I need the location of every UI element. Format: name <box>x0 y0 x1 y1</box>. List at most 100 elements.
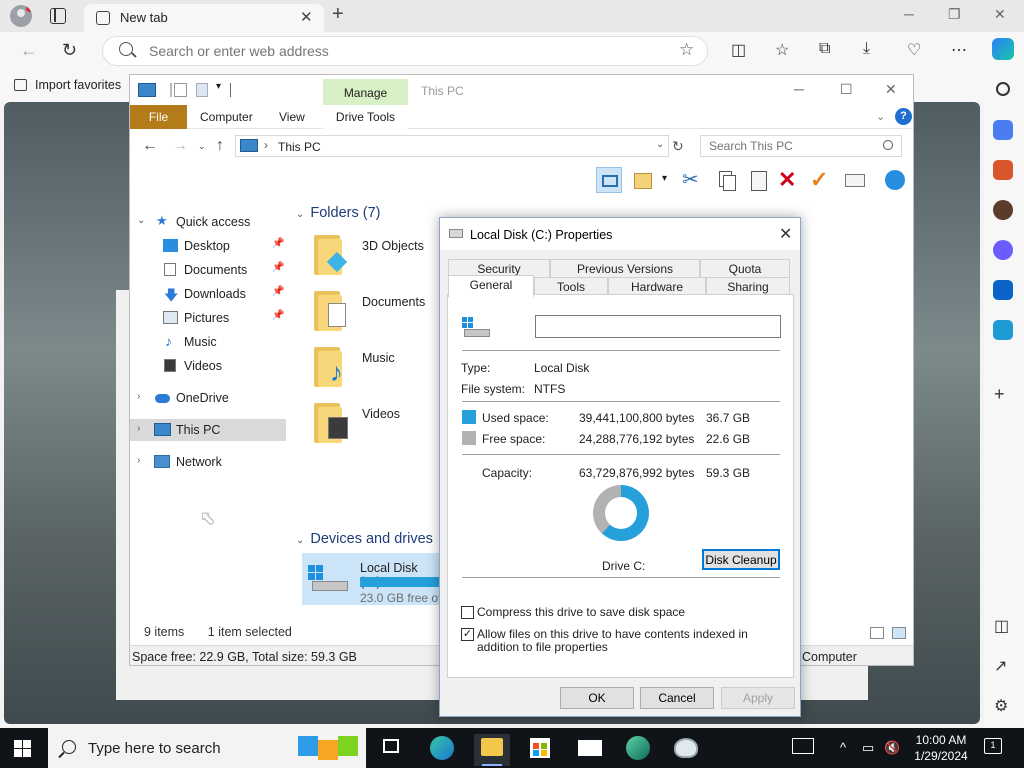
email-icon[interactable] <box>842 167 868 193</box>
tools-icon[interactable] <box>993 160 1013 180</box>
expand-chevron-icon[interactable]: › <box>137 455 140 466</box>
address-bar[interactable]: ☆ <box>102 36 708 66</box>
allow-indexing-checkbox[interactable]: ✓ <box>461 628 474 641</box>
task-view-icon[interactable] <box>374 734 410 766</box>
group-collapse-icon[interactable]: ⌄ <box>296 535 304 546</box>
sidebar-search-icon[interactable] <box>996 82 1010 96</box>
microsoft-365-icon[interactable] <box>993 240 1013 260</box>
minimize-icon[interactable]: ─ <box>904 6 914 22</box>
expand-ribbon-icon[interactable]: ⌄ <box>876 110 885 123</box>
explorer-search-input[interactable] <box>709 139 879 153</box>
tab-view[interactable]: View <box>279 110 305 124</box>
browser-tab[interactable]: New tab ✕ <box>84 4 324 32</box>
preview-pane-icon[interactable] <box>596 167 622 193</box>
show-hidden-icons-icon[interactable]: ^ <box>840 740 846 755</box>
explorer-close-icon[interactable]: ✕ <box>885 81 897 98</box>
refresh-icon[interactable]: ↻ <box>672 138 684 155</box>
properties-icon[interactable] <box>630 167 656 193</box>
nav-music[interactable]: ♪ Music <box>130 331 286 353</box>
nav-onedrive[interactable]: › OneDrive <box>130 387 286 409</box>
new-tab-button[interactable]: + <box>332 3 344 26</box>
nav-pictures[interactable]: Pictures 📌 <box>130 307 286 329</box>
browser-essentials-icon[interactable]: ♡ <box>907 40 921 60</box>
nav-videos[interactable]: Videos <box>130 355 286 377</box>
network-shell-icon[interactable] <box>882 167 908 193</box>
group-collapse-icon[interactable]: ⌄ <box>296 209 304 220</box>
shopping-tag-icon[interactable] <box>993 120 1013 140</box>
cancel-button[interactable]: Cancel <box>640 687 714 709</box>
notifications-icon[interactable]: 1 <box>984 738 1002 754</box>
forward-arrow-icon[interactable]: → <box>172 137 188 155</box>
cut-icon[interactable]: ✂ <box>682 167 708 193</box>
delete-icon[interactable]: ✕ <box>778 167 804 193</box>
import-favorites-link[interactable]: Import favorites <box>14 78 121 92</box>
breadcrumb[interactable]: This PC <box>278 140 321 154</box>
edge-beta-icon[interactable] <box>620 734 656 766</box>
details-view-icon[interactable] <box>870 627 884 639</box>
pin-icon[interactable]: 📌 <box>272 238 284 249</box>
folder-documents[interactable]: Documents <box>300 287 430 339</box>
search-highlight-puzzle-icon[interactable] <box>298 732 360 764</box>
windows-start-icon[interactable] <box>14 740 32 757</box>
drive-local-disk-c[interactable]: Local Disk (C:) 23.0 GB free of 59.3 GB <box>302 553 489 605</box>
pin-icon[interactable]: 📌 <box>272 310 284 321</box>
expand-chevron-icon[interactable]: › <box>137 391 140 402</box>
copy-icon[interactable] <box>714 167 740 193</box>
split-screen-icon[interactable]: ◫ <box>731 40 746 60</box>
close-window-icon[interactable]: ✕ <box>994 6 1006 23</box>
folder-music[interactable]: ♪ Music <box>300 343 430 395</box>
apply-button[interactable]: Apply <box>721 687 795 709</box>
devices-group-header[interactable]: ⌄ Devices and drives <box>296 531 433 547</box>
explorer-minimize-icon[interactable]: ─ <box>794 81 804 97</box>
downloads-icon[interactable]: ⤓ <box>863 40 870 58</box>
large-icons-view-icon[interactable] <box>892 627 906 639</box>
breadcrumb-chevron-icon[interactable]: › <box>264 138 268 152</box>
tab-previous-versions[interactable]: Previous Versions <box>550 259 700 277</box>
compress-drive-label[interactable]: Compress this drive to save disk space <box>477 606 685 619</box>
explorer-search-box[interactable] <box>700 135 902 157</box>
tab-file[interactable]: File <box>130 105 187 129</box>
system-clock[interactable]: 10:00 AM 1/29/2024 <box>912 732 970 764</box>
favorites-icon[interactable]: ☆ <box>775 40 789 60</box>
favorite-star-icon[interactable]: ☆ <box>679 40 694 60</box>
tab-hardware[interactable]: Hardware <box>608 277 706 295</box>
folder-videos[interactable]: Videos <box>300 399 430 451</box>
microsoft-store-icon[interactable] <box>522 734 558 766</box>
refresh-icon[interactable]: ↻ <box>62 40 77 61</box>
sidebar-panel-icon[interactable]: ◫ <box>994 616 1009 636</box>
pin-icon[interactable]: 📌 <box>272 286 284 297</box>
back-icon[interactable]: ← <box>20 40 38 61</box>
open-external-icon[interactable]: ↗ <box>994 656 1007 676</box>
address-input[interactable] <box>149 43 649 59</box>
more-options-icon[interactable]: ⋯ <box>951 40 967 60</box>
expand-chevron-icon[interactable]: › <box>137 423 140 434</box>
explorer-maximize-icon[interactable]: ☐ <box>840 81 853 98</box>
address-path-box[interactable]: › This PC ⌄ <box>235 135 669 157</box>
tab-close-icon[interactable]: ✕ <box>300 8 313 26</box>
compress-drive-checkbox[interactable] <box>461 606 474 619</box>
pin-icon[interactable]: 📌 <box>272 262 284 273</box>
outlook-icon[interactable] <box>993 280 1013 300</box>
paste-icon[interactable] <box>746 167 772 193</box>
tab-computer[interactable]: Computer <box>200 110 253 124</box>
copilot-icon[interactable] <box>992 38 1014 60</box>
help-icon[interactable]: ? <box>895 108 912 125</box>
tab-tools[interactable]: Tools <box>534 277 608 295</box>
drive-label-input[interactable] <box>535 315 781 338</box>
allow-indexing-label[interactable]: Allow files on this drive to have conten… <box>477 628 777 654</box>
tab-drive-tools[interactable]: Drive Tools <box>323 105 408 129</box>
taskbar-search-box[interactable]: Type here to search <box>48 728 366 768</box>
keyboard-icon[interactable] <box>792 738 814 754</box>
restore-icon[interactable]: ❐ <box>948 6 961 23</box>
tab-sharing[interactable]: Sharing <box>706 277 790 295</box>
path-dropdown-icon[interactable]: ⌄ <box>656 139 664 150</box>
ok-button[interactable]: OK <box>560 687 634 709</box>
tab-general[interactable]: General <box>448 275 534 297</box>
dialog-close-icon[interactable]: ✕ <box>779 224 792 244</box>
rename-check-icon[interactable]: ✓ <box>810 167 836 193</box>
profile-avatar-icon[interactable] <box>10 5 32 27</box>
mail-icon[interactable] <box>572 734 608 766</box>
network-status-icon[interactable]: ▭ <box>862 740 874 756</box>
collapse-chevron-icon[interactable]: ⌄ <box>137 215 145 226</box>
up-arrow-icon[interactable]: ↑ <box>216 137 224 155</box>
